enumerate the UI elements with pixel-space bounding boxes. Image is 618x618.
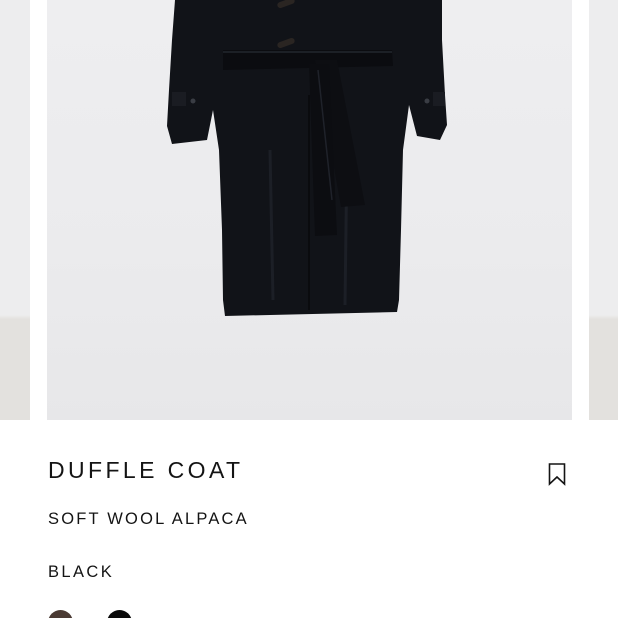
coat-photo bbox=[167, 0, 447, 316]
next-product-image[interactable] bbox=[589, 0, 618, 420]
bookmark-button[interactable] bbox=[546, 462, 568, 486]
product-page: DUFFLE COAT SOFT WOOL ALPACA BLACK bbox=[0, 0, 618, 618]
product-title: DUFFLE COAT bbox=[48, 457, 244, 483]
image-carousel[interactable] bbox=[0, 0, 618, 421]
selected-color-name: BLACK bbox=[48, 563, 115, 581]
bookmark-icon bbox=[548, 463, 566, 486]
color-swatch-brown[interactable] bbox=[48, 610, 73, 618]
color-swatch-black[interactable] bbox=[107, 610, 132, 618]
product-material: SOFT WOOL ALPACA bbox=[48, 510, 249, 528]
previous-product-image[interactable] bbox=[0, 0, 30, 420]
product-image[interactable] bbox=[47, 0, 572, 420]
